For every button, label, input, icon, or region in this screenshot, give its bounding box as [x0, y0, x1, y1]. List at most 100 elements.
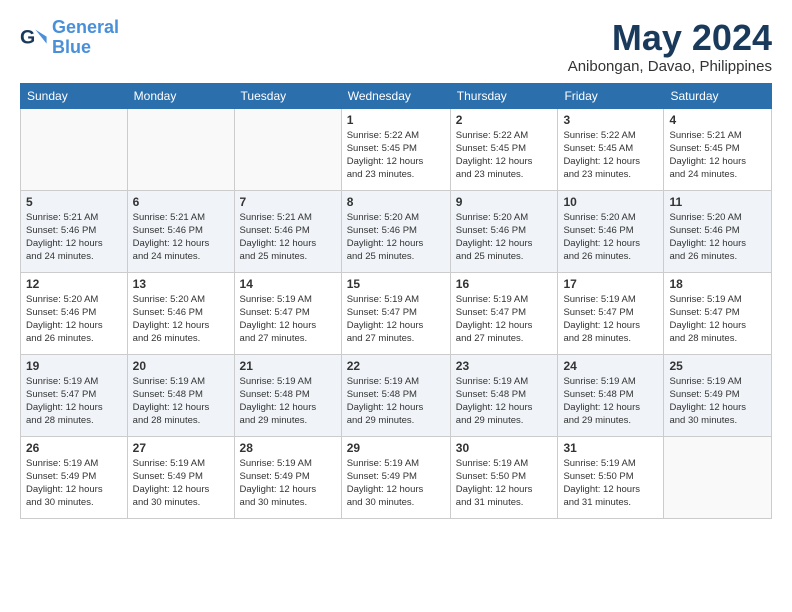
calendar-table: Sunday Monday Tuesday Wednesday Thursday… — [20, 83, 772, 519]
day-number: 31 — [563, 441, 658, 455]
col-wednesday: Wednesday — [341, 83, 450, 108]
day-info: Sunrise: 5:20 AM Sunset: 5:46 PM Dayligh… — [26, 293, 122, 346]
logo: G General Blue — [20, 18, 119, 58]
cell-w5-d0: 26Sunrise: 5:19 AM Sunset: 5:49 PM Dayli… — [21, 436, 128, 518]
logo-wordmark: General Blue — [52, 18, 119, 58]
day-info: Sunrise: 5:21 AM Sunset: 5:46 PM Dayligh… — [133, 211, 229, 264]
day-number: 19 — [26, 359, 122, 373]
day-info: Sunrise: 5:19 AM Sunset: 5:48 PM Dayligh… — [133, 375, 229, 428]
main-title: May 2024 — [568, 18, 772, 58]
day-info: Sunrise: 5:20 AM Sunset: 5:46 PM Dayligh… — [563, 211, 658, 264]
day-number: 9 — [456, 195, 553, 209]
cell-w5-d2: 28 Sunrise: 5:19 AM Sunset: 5:49 PM Dayli… — [234, 436, 341, 518]
page: G General Blue May 2024 Anibongan, Davao… — [0, 0, 792, 612]
day-number: 7 — [240, 195, 336, 209]
subtitle: Anibongan, Davao, Philippines — [568, 58, 772, 75]
logo-line2: Blue — [52, 37, 91, 57]
week-row-1: 1 Sunrise: 5:22 AM Sunset: 5:45 PM Daylig… — [21, 108, 772, 190]
day-info: Sunrise: 5:19 AM Sunset: 5:50 PM Dayligh… — [563, 457, 658, 510]
col-tuesday: Tuesday — [234, 83, 341, 108]
day-info: Sunrise: 5:19 AM Sunset: 5:47 PM Dayligh… — [240, 293, 336, 346]
day-info: Sunrise: 5:19 AM Sunset: 5:50 PM Dayligh… — [456, 457, 553, 510]
day-info: Sunrise: 5:19 AM Sunset: 5:49 PM Dayligh… — [240, 457, 336, 510]
day-number: 25 — [669, 359, 766, 373]
day-number: 18 — [669, 277, 766, 291]
day-number: 15 — [347, 277, 445, 291]
cell-w1-d0 — [21, 108, 128, 190]
day-info: Sunrise: 5:20 AM Sunset: 5:46 PM Dayligh… — [133, 293, 229, 346]
cell-w4-d1: 20 Sunrise: 5:19 AM Sunset: 5:48 PM Dayli… — [127, 354, 234, 436]
day-number: 12 — [26, 277, 122, 291]
cell-w3-d3: 15 Sunrise: 5:19 AM Sunset: 5:47 PM Dayli… — [341, 272, 450, 354]
cell-w4-d4: 23Sunrise: 5:19 AM Sunset: 5:48 PM Dayli… — [450, 354, 558, 436]
day-info: Sunrise: 5:19 AM Sunset: 5:47 PM Dayligh… — [456, 293, 553, 346]
cell-w1-d6: 4 Sunrise: 5:21 AM Sunset: 5:45 PM Daylig… — [664, 108, 772, 190]
day-info: Sunrise: 5:22 AM Sunset: 5:45 AM Dayligh… — [563, 129, 658, 182]
day-info: Sunrise: 5:20 AM Sunset: 5:46 PM Dayligh… — [456, 211, 553, 264]
cell-w5-d4: 30 Sunrise: 5:19 AM Sunset: 5:50 PM Dayli… — [450, 436, 558, 518]
col-thursday: Thursday — [450, 83, 558, 108]
cell-w3-d2: 14 Sunrise: 5:19 AM Sunset: 5:47 PM Dayli… — [234, 272, 341, 354]
cell-w3-d1: 13 Sunrise: 5:20 AM Sunset: 5:46 PM Dayli… — [127, 272, 234, 354]
day-number: 8 — [347, 195, 445, 209]
day-info: Sunrise: 5:20 AM Sunset: 5:46 PM Dayligh… — [669, 211, 766, 264]
week-row-3: 12 Sunrise: 5:20 AM Sunset: 5:46 PM Dayli… — [21, 272, 772, 354]
day-number: 16 — [456, 277, 553, 291]
week-row-4: 19 Sunrise: 5:19 AM Sunset: 5:47 PM Dayli… — [21, 354, 772, 436]
day-info: Sunrise: 5:19 AM Sunset: 5:48 PM Dayligh… — [240, 375, 336, 428]
cell-w3-d0: 12 Sunrise: 5:20 AM Sunset: 5:46 PM Dayli… — [21, 272, 128, 354]
cell-w2-d5: 10 Sunrise: 5:20 AM Sunset: 5:46 PM Dayli… — [558, 190, 664, 272]
day-info: Sunrise: 5:19 AM Sunset: 5:48 PM Dayligh… — [563, 375, 658, 428]
week-row-2: 5 Sunrise: 5:21 AM Sunset: 5:46 PM Daylig… — [21, 190, 772, 272]
logo-icon: G — [20, 24, 48, 52]
day-number: 30 — [456, 441, 553, 455]
day-number: 22 — [347, 359, 445, 373]
day-number: 4 — [669, 113, 766, 127]
day-number: 21 — [240, 359, 336, 373]
cell-w2-d3: 8 Sunrise: 5:20 AM Sunset: 5:46 PM Daylig… — [341, 190, 450, 272]
cell-w2-d0: 5Sunrise: 5:21 AM Sunset: 5:46 PM Daylig… — [21, 190, 128, 272]
svg-text:G: G — [20, 26, 35, 48]
cell-w2-d4: 9 Sunrise: 5:20 AM Sunset: 5:46 PM Daylig… — [450, 190, 558, 272]
cell-w4-d5: 24 Sunrise: 5:19 AM Sunset: 5:48 PM Dayli… — [558, 354, 664, 436]
day-info: Sunrise: 5:19 AM Sunset: 5:47 PM Dayligh… — [26, 375, 122, 428]
col-saturday: Saturday — [664, 83, 772, 108]
day-number: 3 — [563, 113, 658, 127]
cell-w2-d2: 7 Sunrise: 5:21 AM Sunset: 5:46 PM Daylig… — [234, 190, 341, 272]
day-number: 24 — [563, 359, 658, 373]
cell-w1-d2 — [234, 108, 341, 190]
cell-w5-d5: 31 Sunrise: 5:19 AM Sunset: 5:50 PM Dayli… — [558, 436, 664, 518]
day-info: Sunrise: 5:19 AM Sunset: 5:49 PM Dayligh… — [347, 457, 445, 510]
cell-w4-d6: 25 Sunrise: 5:19 AM Sunset: 5:49 PM Dayli… — [664, 354, 772, 436]
cell-w3-d4: 16 Sunrise: 5:19 AM Sunset: 5:47 PM Dayli… — [450, 272, 558, 354]
day-info: Sunrise: 5:19 AM Sunset: 5:49 PM Dayligh… — [669, 375, 766, 428]
col-sunday: Sunday — [21, 83, 128, 108]
cell-w1-d1 — [127, 108, 234, 190]
day-number: 10 — [563, 195, 658, 209]
day-number: 13 — [133, 277, 229, 291]
day-number: 28 — [240, 441, 336, 455]
cell-w2-d6: 11Sunrise: 5:20 AM Sunset: 5:46 PM Dayli… — [664, 190, 772, 272]
day-info: Sunrise: 5:20 AM Sunset: 5:46 PM Dayligh… — [347, 211, 445, 264]
day-info: Sunrise: 5:19 AM Sunset: 5:47 PM Dayligh… — [563, 293, 658, 346]
cell-w1-d4: 2Sunrise: 5:22 AM Sunset: 5:45 PM Daylig… — [450, 108, 558, 190]
day-info: Sunrise: 5:21 AM Sunset: 5:46 PM Dayligh… — [240, 211, 336, 264]
day-number: 1 — [347, 113, 445, 127]
header: G General Blue May 2024 Anibongan, Davao… — [20, 18, 772, 75]
cell-w1-d3: 1 Sunrise: 5:22 AM Sunset: 5:45 PM Daylig… — [341, 108, 450, 190]
day-number: 29 — [347, 441, 445, 455]
day-number: 20 — [133, 359, 229, 373]
day-info: Sunrise: 5:21 AM Sunset: 5:45 PM Dayligh… — [669, 129, 766, 182]
day-info: Sunrise: 5:19 AM Sunset: 5:47 PM Dayligh… — [347, 293, 445, 346]
cell-w4-d3: 22Sunrise: 5:19 AM Sunset: 5:48 PM Dayli… — [341, 354, 450, 436]
week-row-5: 26 Sunrise: 5:19 AM Sunset: 5:49 PM Dayli… — [21, 436, 772, 518]
cell-w3-d6: 18 Sunrise: 5:19 AM Sunset: 5:47 PM Dayli… — [664, 272, 772, 354]
day-info: Sunrise: 5:19 AM Sunset: 5:47 PM Dayligh… — [669, 293, 766, 346]
cell-w2-d1: 6Sunrise: 5:21 AM Sunset: 5:46 PM Daylig… — [127, 190, 234, 272]
day-number: 26 — [26, 441, 122, 455]
day-number: 27 — [133, 441, 229, 455]
day-number: 5 — [26, 195, 122, 209]
day-info: Sunrise: 5:22 AM Sunset: 5:45 PM Dayligh… — [347, 129, 445, 182]
day-number: 14 — [240, 277, 336, 291]
col-monday: Monday — [127, 83, 234, 108]
